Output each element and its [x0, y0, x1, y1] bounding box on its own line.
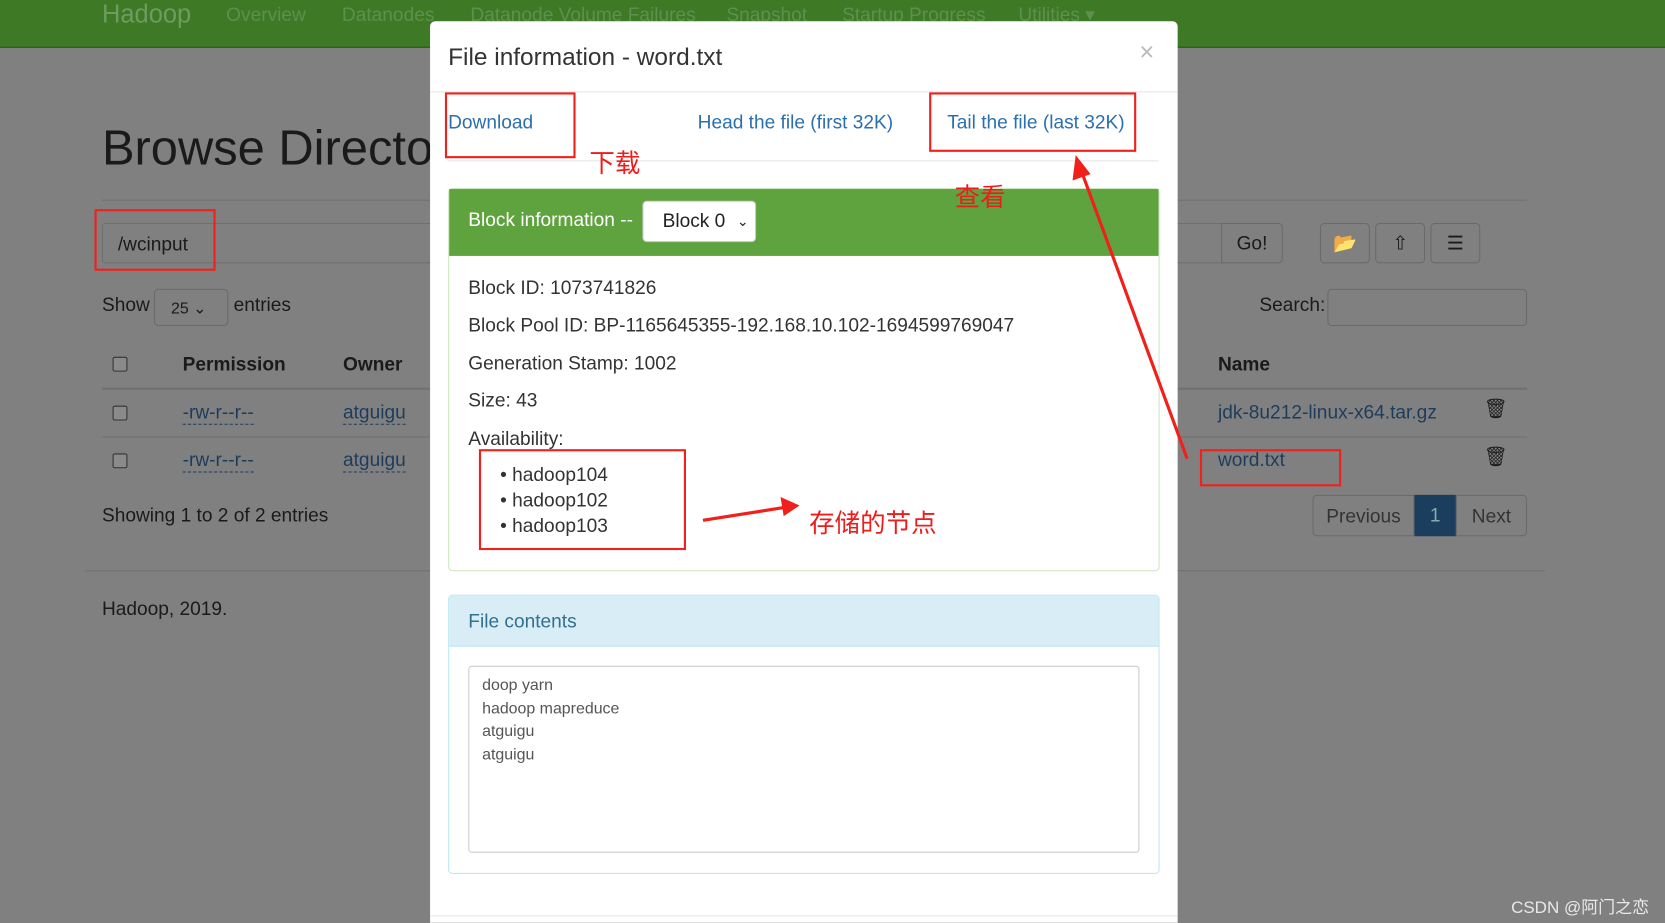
arrow-head — [780, 496, 800, 517]
annotation-arrows — [702, 155, 1189, 522]
arrow-line — [1079, 169, 1189, 460]
arrow-head — [1072, 155, 1091, 181]
watermark: CSDN @阿门之恋 — [1511, 899, 1650, 918]
arrow-line — [702, 506, 784, 522]
